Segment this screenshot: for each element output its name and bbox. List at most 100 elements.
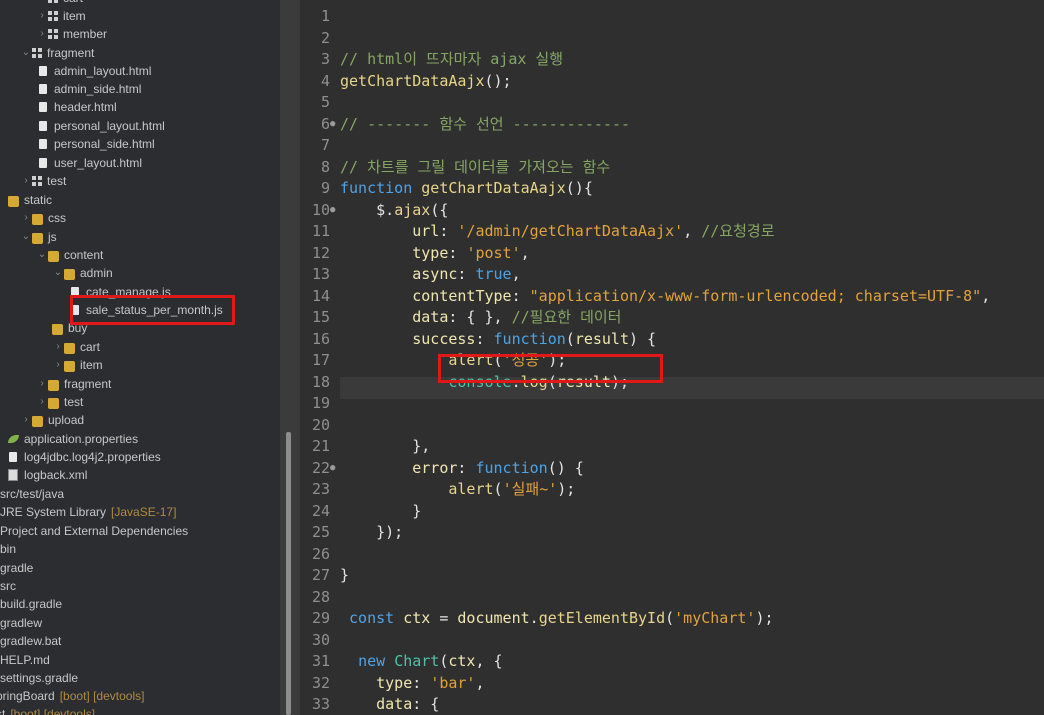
tree-item[interactable]: › cart [52,338,100,356]
tree-item[interactable]: › item [36,7,85,25]
tree-item[interactable]: admin_layout.html [38,62,151,80]
tree-item[interactable]: logback.xml [8,466,87,484]
tree-item[interactable]: header.html [38,98,117,116]
code-line[interactable]: 30 [300,630,1044,652]
tree-item[interactable]: ⌄ admin [52,264,113,282]
tree-item[interactable]: gradle [0,559,33,577]
tree-item[interactable]: ⌄ content [36,246,104,264]
tree-item[interactable]: personal_side.html [38,135,155,153]
tree-item[interactable]: application.properties [8,430,138,448]
tree-item[interactable]: › fragment [36,375,111,393]
code-editor[interactable]: 1 2 3 // html이 뜨자마자 ajax 실행 4 getChartDat… [300,0,1044,715]
code-line[interactable]: 16 success: function(result) { [300,329,1044,351]
fold-marker-icon[interactable]: ● [330,114,340,136]
code-line[interactable]: 15 data: { }, //필요한 데이터 [300,307,1044,329]
fold-marker-icon[interactable]: ● [330,200,340,222]
code-line[interactable]: 26 [300,544,1044,566]
code-token: } [340,501,422,520]
code-line[interactable]: 24 } [300,501,1044,523]
chevron-right-icon[interactable]: › [36,25,48,43]
chevron-down-icon[interactable]: ⌄ [36,246,48,264]
code-line[interactable]: 19 [300,393,1044,415]
tree-item[interactable]: › test [20,172,66,190]
tree-item[interactable]: static [8,191,52,209]
tree-item[interactable]: › upload [20,411,84,429]
tree-item[interactable]: ⌄ js [20,228,57,246]
code-line[interactable]: 18 console.log(result); [300,372,1044,394]
tree-item[interactable]: › test [36,393,83,411]
chevron-down-icon[interactable]: ⌄ [52,264,64,282]
tree-item[interactable]: gradlew [0,614,42,632]
code-line[interactable]: 25 }); [300,522,1044,544]
code-token: contentType [412,286,512,305]
code-line[interactable]: 3 // html이 뜨자마자 ajax 실행 [300,49,1044,71]
chevron-down-icon[interactable]: ⌄ [20,44,32,62]
tree-item[interactable]: gradlew.bat [0,632,61,650]
tree-item[interactable]: JRE System Library [JavaSE-17] [0,503,176,521]
tree-item[interactable]: build.gradle [0,595,62,613]
file-icon [9,452,17,462]
tree-item[interactable]: cate_manage.js [70,283,171,301]
tree-item[interactable]: pringBoard [boot] [devtools] [0,687,144,705]
tree-item[interactable]: personal_layout.html [38,117,165,135]
chevron-right-icon[interactable]: › [36,7,48,25]
tree-item[interactable]: user_layout.html [38,154,142,172]
chevron-right-icon[interactable]: › [52,338,64,356]
chevron-right-icon[interactable]: › [36,0,48,7]
tree-item-label: pringBoard [0,689,55,703]
code-line[interactable]: 33 data: { [300,694,1044,715]
code-line[interactable]: 10● $.ajax({ [300,200,1044,222]
tree-item[interactable]: log4jdbc.log4j2.properties [8,448,161,466]
chevron-right-icon[interactable]: › [36,393,48,411]
gutter-spacer [330,6,340,28]
code-line[interactable]: 22● error: function() { [300,458,1044,480]
code-line[interactable]: 31 new Chart(ctx, { [300,651,1044,673]
code-text: // ------- 함수 선언 ------------- [340,115,630,133]
tree-item[interactable]: admin_side.html [38,80,141,98]
code-line[interactable]: 28 [300,587,1044,609]
code-line[interactable]: 1 [300,6,1044,28]
tree-item[interactable]: › member [36,25,107,43]
tree-item[interactable]: sale_status_per_month.js [70,301,223,319]
code-line[interactable]: 21 }, [300,436,1044,458]
chevron-right-icon[interactable]: › [20,411,32,429]
code-line[interactable]: 32 type: 'bar', [300,673,1044,695]
code-token: ) { [629,329,657,348]
chevron-down-icon[interactable]: ⌄ [20,228,32,246]
chevron-right-icon[interactable]: › [36,375,48,393]
code-line[interactable]: 4 getChartDataAajx(); [300,71,1044,93]
explorer-scrollbar-thumb[interactable] [286,432,291,715]
tree-item[interactable]: ⌄ fragment [20,44,95,62]
code-line[interactable]: 9 function getChartDataAajx(){ [300,178,1044,200]
code-line[interactable]: 29 const ctx = document.getElementById('… [300,608,1044,630]
tree-item[interactable]: src [0,577,16,595]
tree-item[interactable]: bin [0,540,16,558]
code-line[interactable]: 17 alert('성공'); [300,350,1044,372]
code-line[interactable]: 11 url: '/admin/getChartDataAajx', //요청경… [300,221,1044,243]
code-line[interactable]: 20 [300,415,1044,437]
tree-item[interactable]: HELP.md [0,651,50,669]
code-line[interactable]: 8 // 차트를 그릴 데이터를 가져오는 함수 [300,157,1044,179]
tree-item[interactable]: › cart [36,0,83,7]
chevron-right-icon[interactable]: › [20,209,32,227]
fold-marker-icon[interactable]: ● [330,458,340,480]
code-line[interactable]: 6●// ------- 함수 선언 ------------- [300,114,1044,136]
tree-item[interactable]: › css [20,209,66,227]
code-line[interactable]: 5 [300,92,1044,114]
tree-item[interactable]: settings.gradle [0,669,78,687]
chevron-right-icon[interactable]: › [52,356,64,374]
code-line[interactable]: 2 [300,28,1044,50]
gutter-spacer [330,522,340,544]
tree-item[interactable]: buy [52,319,87,337]
code-line[interactable]: 12 type: 'post', [300,243,1044,265]
code-line[interactable]: 13 async: true, [300,264,1044,286]
tree-item[interactable]: Project and External Dependencies [0,522,188,540]
tree-item[interactable]: src/test/java [0,485,64,503]
code-line[interactable]: 7 [300,135,1044,157]
code-line[interactable]: 27 } [300,565,1044,587]
tree-item[interactable]: st [boot] [devtools] [0,705,95,715]
code-line[interactable]: 14 contentType: "application/x-www-form-… [300,286,1044,308]
tree-item[interactable]: › item [52,356,102,374]
chevron-right-icon[interactable]: › [20,172,32,190]
code-line[interactable]: 23 alert('실패~'); [300,479,1044,501]
